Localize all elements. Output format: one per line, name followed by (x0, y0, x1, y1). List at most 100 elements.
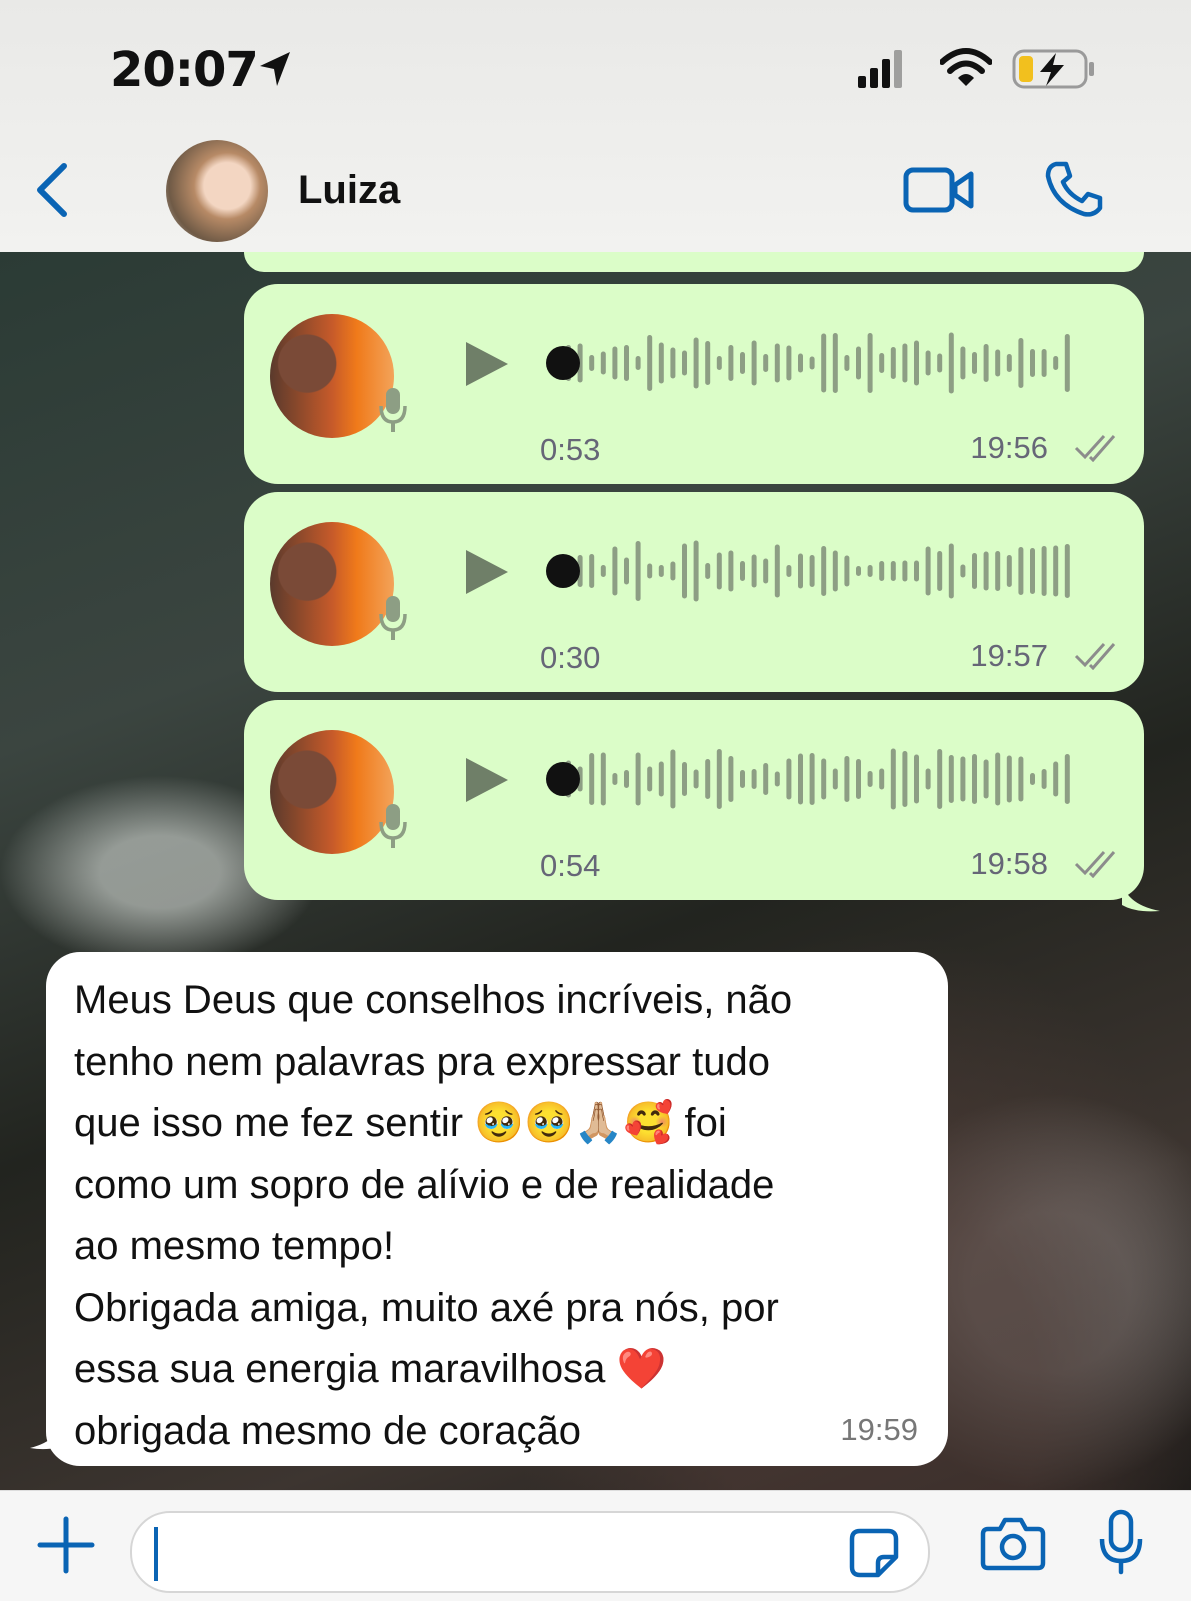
waveform-bar (658, 565, 664, 577)
waveform-bar (763, 558, 769, 584)
waveform-bar (948, 332, 954, 394)
play-icon[interactable] (464, 756, 510, 804)
waveform-bar (925, 546, 931, 596)
waveform-bar (867, 565, 873, 577)
voice-duration: 0:54 (540, 848, 601, 883)
video-call-icon[interactable] (903, 165, 975, 215)
waveform-bar (728, 345, 734, 381)
waveform-bar (624, 770, 629, 788)
waveform-bar (1018, 756, 1024, 802)
waveform-bar (740, 770, 745, 788)
plus-icon[interactable] (36, 1515, 96, 1575)
waveform-bar (600, 565, 606, 577)
waveform-bar (1006, 354, 1012, 372)
waveform-bar (658, 761, 664, 797)
waveform-bar (1030, 548, 1035, 594)
waveform-bar (972, 754, 977, 804)
chat-area[interactable]: 0:53 19:56 0:30 19:57 0:54 19:58 Meus De… (0, 252, 1191, 1490)
back-chevron-icon[interactable] (30, 160, 74, 220)
waveform-bar (658, 342, 664, 384)
battery-charging-icon (1012, 49, 1094, 89)
waveform-bar (937, 551, 943, 591)
sticker-icon[interactable] (846, 1525, 902, 1581)
waveform-bar (798, 353, 803, 373)
waveform-bar (682, 543, 687, 599)
message-time: 19:58 (970, 846, 1048, 881)
waveform-bar (914, 560, 919, 582)
waveform-bar (716, 749, 722, 809)
waveform-bar (635, 541, 641, 601)
signal-icon (858, 50, 902, 88)
waveform-bar (624, 345, 629, 381)
contact-name[interactable]: Luiza (298, 168, 400, 213)
phone-icon[interactable] (1044, 160, 1104, 220)
waveform-bar (821, 758, 827, 800)
playback-scrubber[interactable] (546, 762, 580, 796)
input-bar (0, 1490, 1191, 1601)
waveform-bar (948, 543, 954, 599)
waveform-bar (1041, 349, 1047, 377)
play-icon[interactable] (464, 340, 510, 388)
mic-icon (379, 804, 407, 848)
waveform-bar (774, 544, 780, 598)
waveform-bar (972, 553, 977, 589)
double-check-icon (1074, 642, 1116, 670)
waveform[interactable] (562, 744, 1082, 814)
waveform-bar (1064, 754, 1070, 804)
waveform-bar (705, 563, 711, 579)
voice-message-bubble[interactable]: 0:53 19:56 (244, 284, 1144, 484)
incoming-text-bubble[interactable]: Meus Deus que conselhos incríveis, não t… (46, 952, 948, 1466)
waveform[interactable] (562, 536, 1082, 606)
waveform-bar (716, 552, 722, 590)
waveform-bar (809, 753, 815, 805)
waveform-bar (728, 756, 734, 802)
waveform-bar (635, 356, 641, 370)
waveform-bar (902, 560, 908, 582)
message-time: 19:57 (970, 638, 1048, 673)
waveform-bar (693, 769, 699, 789)
waveform-bar (937, 749, 943, 809)
voice-message-bubble[interactable]: 0:30 19:57 (244, 492, 1144, 692)
waveform-bar (960, 346, 966, 380)
contact-avatar[interactable] (166, 140, 268, 242)
play-icon[interactable] (464, 548, 510, 596)
waveform-bar (1053, 356, 1059, 370)
voice-duration: 0:30 (540, 640, 601, 675)
waveform-bar (925, 350, 931, 376)
waveform-bar (682, 350, 687, 376)
waveform-bar (693, 540, 699, 602)
waveform-bar (763, 354, 769, 372)
waveform-bar (786, 345, 792, 381)
message-input[interactable] (130, 1511, 930, 1593)
waveform-bar (1018, 547, 1024, 595)
waveform-bar (879, 561, 885, 581)
waveform-bar (832, 550, 838, 592)
waveform-bar (960, 756, 966, 802)
waveform-bar (600, 752, 606, 806)
waveform-bar (995, 349, 1001, 377)
waveform-bar (705, 341, 711, 385)
waveform-bar (844, 756, 850, 802)
sender-avatar (270, 522, 394, 646)
waveform[interactable] (562, 328, 1082, 398)
waveform-bar (682, 762, 687, 796)
playback-scrubber[interactable] (546, 346, 580, 380)
microphone-icon[interactable] (1098, 1509, 1144, 1575)
waveform-bar (914, 340, 919, 386)
waveform-bar (647, 335, 653, 391)
waveform-bar (1053, 761, 1059, 797)
waveform-bar (670, 347, 676, 379)
waveform-bar (867, 771, 873, 787)
waveform-bar (960, 564, 966, 578)
camera-icon[interactable] (980, 1515, 1046, 1571)
previous-message-bubble (244, 252, 1144, 272)
waveform-bar (809, 356, 815, 370)
waveform-bar (844, 555, 850, 587)
playback-scrubber[interactable] (546, 554, 580, 588)
waveform-bar (809, 555, 815, 587)
waveform-bar (693, 337, 699, 389)
voice-message-bubble[interactable]: 0:54 19:58 (244, 700, 1144, 900)
mic-icon (379, 596, 407, 640)
waveform-bar (716, 356, 722, 370)
waveform-bar (821, 333, 827, 393)
